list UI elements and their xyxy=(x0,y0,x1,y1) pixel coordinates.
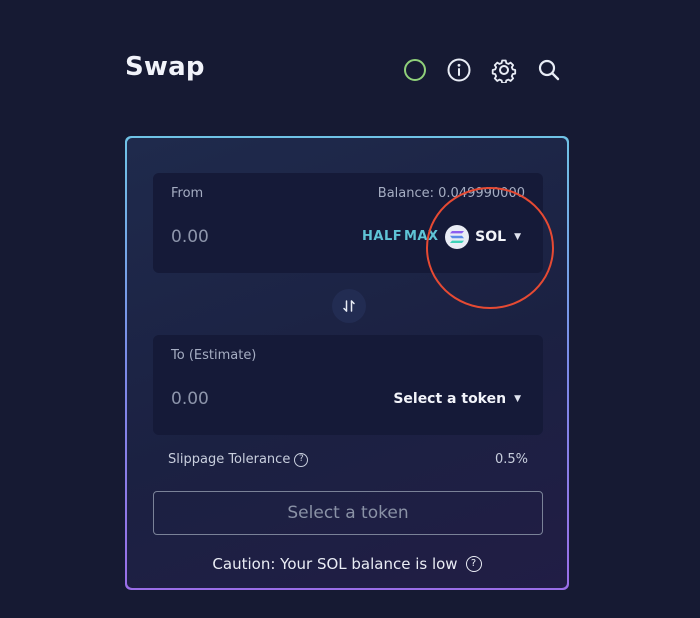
slippage-value[interactable]: 0.5% xyxy=(495,452,528,467)
chevron-down-icon: ▼ xyxy=(514,394,521,404)
from-token-select[interactable]: SOL ▼ xyxy=(445,224,521,250)
from-token-label: SOL xyxy=(475,229,507,245)
to-token-select-label: Select a token xyxy=(393,391,507,407)
balance-text: Balance: 0.049990000 xyxy=(377,186,525,201)
help-icon[interactable]: ? xyxy=(294,452,309,467)
max-button[interactable]: MAX xyxy=(404,229,439,244)
to-label: To (Estimate) xyxy=(171,348,257,363)
slippage-label: Slippage Tolerance xyxy=(168,452,291,467)
search-icon[interactable] xyxy=(536,57,562,83)
info-icon[interactable] xyxy=(446,57,472,83)
from-amount-input[interactable]: 0.00 xyxy=(171,227,209,247)
slippage-label-group: Slippage Tolerance ? xyxy=(168,452,309,467)
to-token-select[interactable]: Select a token ▼ xyxy=(393,386,521,412)
to-amount-input[interactable]: 0.00 xyxy=(171,389,209,409)
help-icon[interactable]: ? xyxy=(465,556,482,572)
swap-arrows-icon xyxy=(343,300,355,312)
from-label: From xyxy=(171,186,204,201)
half-button[interactable]: HALF xyxy=(362,229,402,244)
status-ring-icon[interactable] xyxy=(404,59,426,81)
swap-direction-button[interactable] xyxy=(332,289,366,323)
chevron-down-icon: ▼ xyxy=(514,232,521,242)
caution-text: Caution: Your SOL balance is low xyxy=(212,555,458,573)
sol-logo-icon xyxy=(445,225,470,249)
gear-icon[interactable] xyxy=(491,57,517,83)
caution-message: Caution: Your SOL balance is low ? xyxy=(127,555,567,573)
swap-card: From Balance: 0.049990000 0.00 HALF MAX … xyxy=(125,136,569,590)
select-token-button[interactable]: Select a token xyxy=(153,491,543,535)
to-panel: To (Estimate) 0.00 Select a token ▼ xyxy=(153,335,543,435)
from-panel: From Balance: 0.049990000 0.00 HALF MAX … xyxy=(153,173,543,273)
page-title: Swap xyxy=(125,52,205,82)
